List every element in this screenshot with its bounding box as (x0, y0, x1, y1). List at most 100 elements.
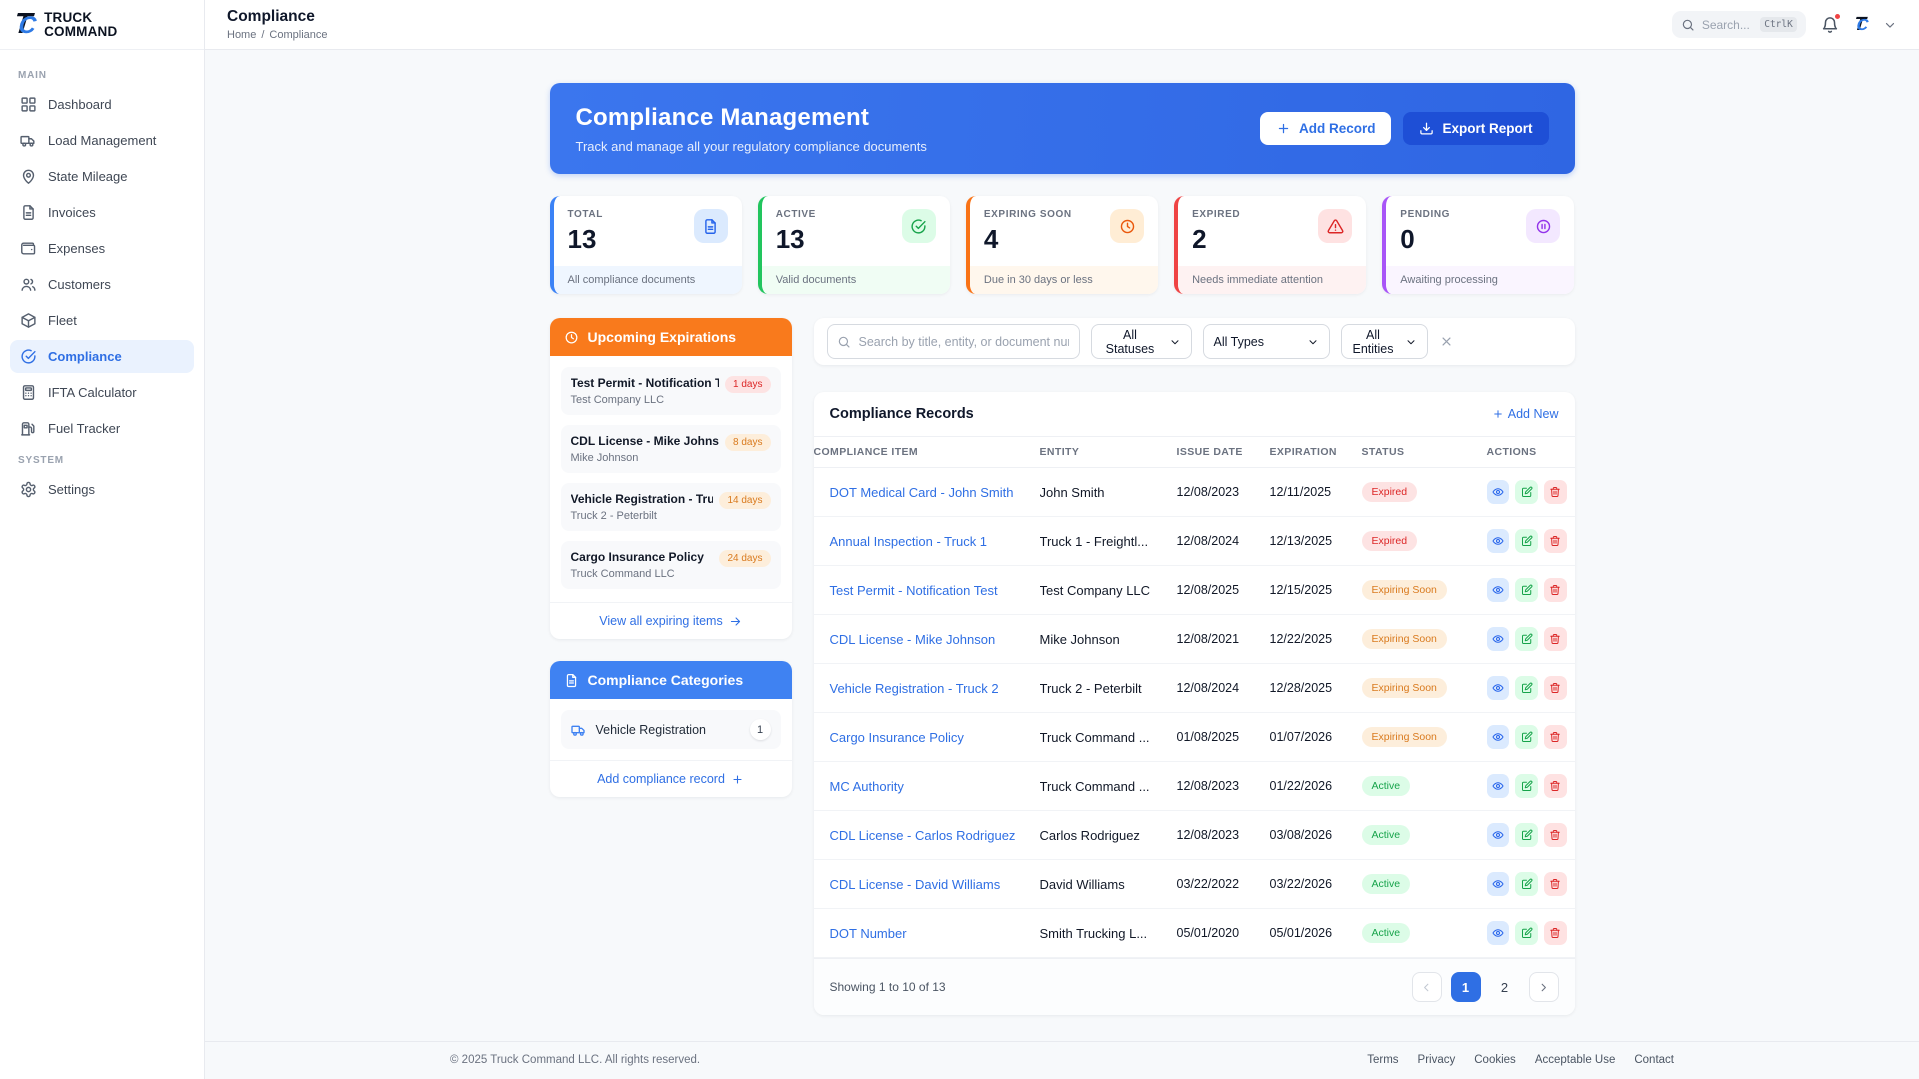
add-new-button[interactable]: Add New (1492, 407, 1559, 421)
stat-caption: All compliance documents (554, 266, 742, 294)
edit-record-button[interactable] (1515, 774, 1538, 798)
breadcrumb-home[interactable]: Home (227, 29, 256, 41)
footer-link[interactable]: Acceptable Use (1535, 1054, 1616, 1066)
export-report-button[interactable]: Export Report (1403, 112, 1548, 145)
delete-record-button[interactable] (1544, 529, 1567, 553)
view-record-button[interactable] (1487, 676, 1510, 700)
status-badge: Active (1362, 776, 1411, 796)
view-record-button[interactable] (1487, 529, 1510, 553)
brand-logo[interactable]: T C TRUCK COMMAND (0, 0, 204, 50)
edit-record-button[interactable] (1515, 627, 1538, 651)
record-link[interactable]: Vehicle Registration - Truck 2 (830, 681, 999, 696)
expiration-list-item[interactable]: Test Permit - Notification Test Test Com… (561, 367, 781, 415)
sidebar-item[interactable]: Load Management (10, 124, 194, 157)
chevron-down-icon[interactable] (1883, 18, 1897, 32)
footer-link[interactable]: Privacy (1418, 1054, 1456, 1066)
page-button[interactable]: 2 (1490, 972, 1520, 1002)
record-link[interactable]: MC Authority (830, 779, 904, 794)
add-record-button[interactable]: Add Record (1260, 112, 1392, 145)
file-icon (702, 218, 719, 235)
stat-card: EXPIRING SOON 4 Due in 30 days or less (966, 196, 1158, 294)
category-list-item[interactable]: Vehicle Registration 1 (561, 710, 781, 749)
record-link[interactable]: Test Permit - Notification Test (830, 583, 998, 598)
notifications-button[interactable] (1821, 16, 1839, 34)
delete-record-button[interactable] (1544, 872, 1567, 896)
footer-link[interactable]: Contact (1634, 1054, 1674, 1066)
edit-record-button[interactable] (1515, 676, 1538, 700)
view-record-button[interactable] (1487, 774, 1510, 798)
edit-record-button[interactable] (1515, 480, 1538, 504)
status-badge: Expired (1362, 482, 1418, 502)
table-row: CDL License - Carlos Rodriguez Carlos Ro… (814, 811, 1575, 860)
global-search[interactable]: Search... CtrlK (1672, 11, 1806, 38)
sidebar-item[interactable]: Compliance (10, 340, 194, 373)
add-compliance-record-link[interactable]: Add compliance record (550, 760, 792, 797)
delete-record-button[interactable] (1544, 627, 1567, 651)
type-filter-select[interactable]: All Types (1203, 324, 1330, 359)
topbar: Compliance Home / Compliance Search... C… (205, 0, 1919, 50)
sidebar-item[interactable]: Dashboard (10, 88, 194, 121)
record-expiration: 01/07/2026 (1270, 713, 1362, 762)
edit-record-button[interactable] (1515, 725, 1538, 749)
record-link[interactable]: CDL License - Carlos Rodriguez (830, 828, 1016, 843)
view-record-button[interactable] (1487, 725, 1510, 749)
record-link[interactable]: CDL License - Mike Johnson (830, 632, 996, 647)
grid-icon (20, 96, 37, 113)
edit-record-button[interactable] (1515, 872, 1538, 896)
view-all-expiring-link[interactable]: View all expiring items (550, 602, 792, 639)
view-record-button[interactable] (1487, 823, 1510, 847)
status-filter-select[interactable]: All Statuses (1091, 324, 1192, 359)
records-search-input[interactable] (827, 324, 1080, 359)
view-record-button[interactable] (1487, 872, 1510, 896)
expiration-list-item[interactable]: Vehicle Registration - Truc... Truck 2 -… (561, 483, 781, 531)
delete-record-button[interactable] (1544, 921, 1567, 945)
sidebar-item[interactable]: Expenses (10, 232, 194, 265)
entity-filter-select[interactable]: All Entities (1341, 324, 1428, 359)
delete-record-button[interactable] (1544, 725, 1567, 749)
sidebar-item[interactable]: Fleet (10, 304, 194, 337)
view-record-button[interactable] (1487, 921, 1510, 945)
sidebar-item[interactable]: Fuel Tracker (10, 412, 194, 445)
delete-record-button[interactable] (1544, 578, 1567, 602)
record-link[interactable]: DOT Medical Card - John Smith (830, 485, 1014, 500)
view-record-button[interactable] (1487, 627, 1510, 651)
type-filter-value: All Types (1214, 335, 1265, 349)
record-entity: Truck 1 - Freightl... (1040, 517, 1177, 566)
user-avatar[interactable]: T C (1853, 14, 1869, 36)
column-header: ENTITY (1040, 437, 1177, 468)
delete-record-button[interactable] (1544, 774, 1567, 798)
footer-link[interactable]: Terms (1367, 1054, 1398, 1066)
trash-icon (1549, 682, 1561, 694)
edit-record-button[interactable] (1515, 529, 1538, 553)
view-record-button[interactable] (1487, 480, 1510, 504)
page-button[interactable]: 1 (1451, 972, 1481, 1002)
pagination: Showing 1 to 10 of 13 12 (814, 958, 1575, 1015)
eye-icon (1492, 584, 1504, 596)
sidebar-item[interactable]: Invoices (10, 196, 194, 229)
record-link[interactable]: Cargo Insurance Policy (830, 730, 964, 745)
clear-filters-button[interactable] (1439, 334, 1454, 349)
delete-record-button[interactable] (1544, 676, 1567, 700)
x-icon (1439, 334, 1454, 349)
edit-record-button[interactable] (1515, 578, 1538, 602)
expiration-list-item[interactable]: Cargo Insurance Policy Truck Command LLC… (561, 541, 781, 589)
days-left-badge: 8 days (725, 434, 770, 451)
edit-record-button[interactable] (1515, 921, 1538, 945)
record-link[interactable]: CDL License - David Williams (830, 877, 1001, 892)
next-page-button[interactable] (1529, 972, 1559, 1002)
expiration-list-item[interactable]: CDL License - Mike Johnson Mike Johnson … (561, 425, 781, 473)
record-link[interactable]: DOT Number (830, 926, 907, 941)
delete-record-button[interactable] (1544, 480, 1567, 504)
previous-page-button[interactable] (1412, 972, 1442, 1002)
stat-label: TOTAL (568, 209, 603, 220)
sidebar-item[interactable]: Customers (10, 268, 194, 301)
banner-title: Compliance Management (576, 104, 927, 132)
sidebar-item[interactable]: State Mileage (10, 160, 194, 193)
view-record-button[interactable] (1487, 578, 1510, 602)
sidebar-item[interactable]: IFTA Calculator (10, 376, 194, 409)
record-link[interactable]: Annual Inspection - Truck 1 (830, 534, 988, 549)
sidebar-item[interactable]: Settings (10, 473, 194, 506)
delete-record-button[interactable] (1544, 823, 1567, 847)
edit-record-button[interactable] (1515, 823, 1538, 847)
footer-link[interactable]: Cookies (1474, 1054, 1516, 1066)
